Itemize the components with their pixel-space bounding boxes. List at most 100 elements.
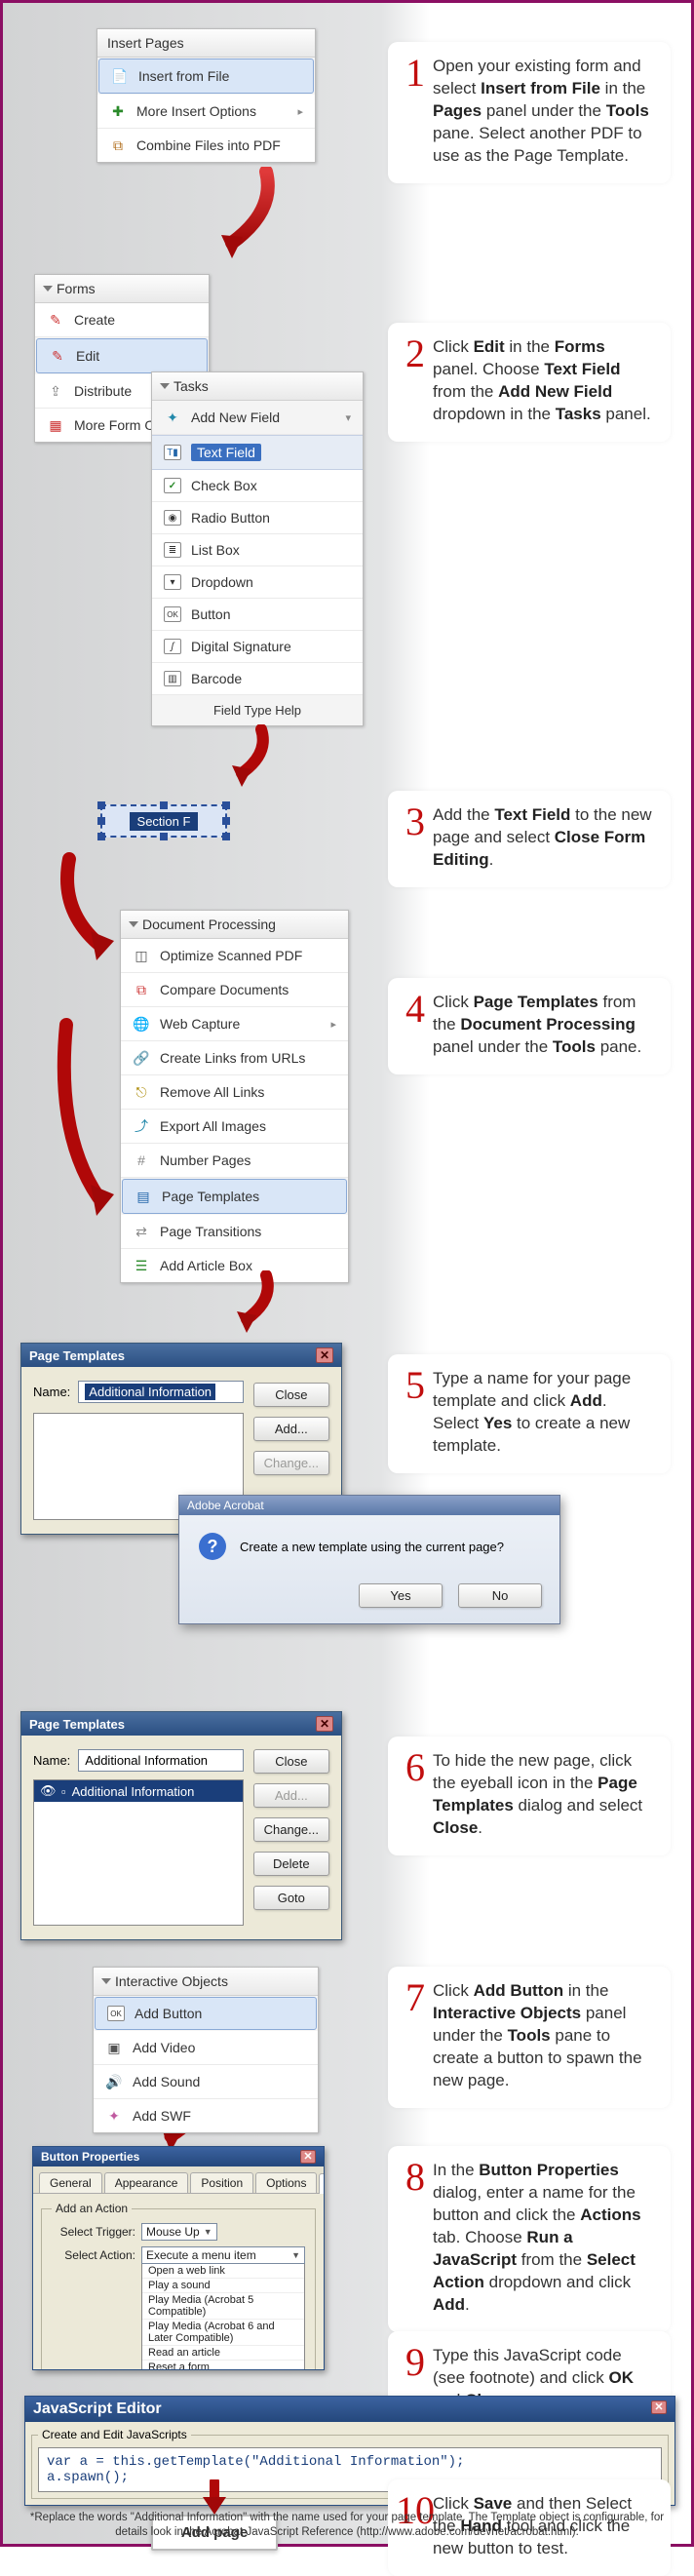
- more-insert-options-row[interactable]: ✚ More Insert Options ▸: [97, 95, 315, 129]
- close-icon[interactable]: ✕: [316, 1716, 333, 1732]
- dp-row[interactable]: ⤴Export All Images: [121, 1110, 348, 1144]
- row-label: Add Button: [135, 2006, 202, 2021]
- dp-row[interactable]: ◫Optimize Scanned PDF: [121, 939, 348, 973]
- close-icon[interactable]: ✕: [651, 2400, 667, 2414]
- name-field[interactable]: Additional Information: [78, 1749, 243, 1772]
- field-type-radio[interactable]: ◉Radio Button: [152, 502, 363, 534]
- checkbox-icon: ✓: [164, 478, 181, 493]
- arrow-icon: [208, 167, 286, 274]
- dp-page-templates-row[interactable]: ▤Page Templates: [122, 1179, 347, 1214]
- dialog-title: Button Properties: [41, 2150, 139, 2164]
- action-option[interactable]: Open a web link: [142, 2264, 304, 2279]
- text-field-widget[interactable]: Section F: [100, 804, 227, 838]
- tab-appearance[interactable]: Appearance: [104, 2172, 189, 2193]
- action-options-list[interactable]: Open a web link Play a sound Play Media …: [141, 2263, 305, 2370]
- change-button[interactable]: Change...: [253, 1451, 329, 1475]
- row-label: Optimize Scanned PDF: [160, 948, 302, 963]
- fieldset-legend: Create and Edit JavaScripts: [38, 2428, 191, 2441]
- action-label: Select Action:: [52, 2246, 135, 2262]
- fieldset-legend: Add an Action: [52, 2202, 132, 2215]
- page-icon: ▫: [61, 1784, 66, 1799]
- row-label: Remove All Links: [160, 1084, 264, 1100]
- action-option[interactable]: Reset a form: [142, 2361, 304, 2370]
- close-button[interactable]: Close: [253, 1749, 329, 1774]
- panel-header: Interactive Objects: [94, 1968, 318, 1996]
- dp-row[interactable]: ⧉Compare Documents: [121, 973, 348, 1007]
- field-type-listbox[interactable]: ≣List Box: [152, 534, 363, 566]
- field-type-checkbox[interactable]: ✓Check Box: [152, 470, 363, 502]
- arrow-icon: [227, 1270, 286, 1339]
- insert-from-file-row[interactable]: 📄 Insert from File: [98, 59, 314, 94]
- dp-row[interactable]: ⎋Remove All Links: [121, 1075, 348, 1110]
- field-type-sig[interactable]: ʃDigital Signature: [152, 631, 363, 663]
- add-video-row[interactable]: ▣Add Video: [94, 2031, 318, 2065]
- goto-button[interactable]: Goto: [253, 1886, 329, 1910]
- yes-button[interactable]: Yes: [359, 1583, 443, 1608]
- step-number: 1: [396, 56, 425, 168]
- close-icon[interactable]: ✕: [316, 1347, 333, 1363]
- template-list[interactable]: 👁 ▫ Additional Information: [33, 1779, 244, 1926]
- eye-icon[interactable]: 👁: [40, 1783, 56, 1799]
- add-new-field-row[interactable]: ✦ Add New Field ▾: [152, 401, 363, 435]
- tab-position[interactable]: Position: [190, 2172, 253, 2193]
- row-label: Insert from File: [138, 68, 229, 84]
- action-option[interactable]: Play Media (Acrobat 5 Compatible): [142, 2293, 304, 2320]
- field-type-help[interactable]: Field Type Help: [152, 695, 363, 725]
- row-label: Export All Images: [160, 1118, 266, 1134]
- add-button[interactable]: Add...: [253, 1417, 329, 1441]
- row-label: Add New Field: [191, 410, 280, 425]
- dialog-title: Page Templates: [29, 1717, 125, 1732]
- row-label: Create: [74, 312, 115, 328]
- action-option[interactable]: Play Media (Acrobat 6 and Later Compatib…: [142, 2320, 304, 2346]
- name-field[interactable]: Additional Information: [78, 1381, 243, 1403]
- close-button[interactable]: Close: [253, 1383, 329, 1407]
- change-button[interactable]: Change...: [253, 1817, 329, 1842]
- triangle-down-icon: [129, 921, 138, 927]
- dialog-title: Page Templates: [29, 1348, 125, 1363]
- dp-row[interactable]: ⇄Page Transitions: [121, 1215, 348, 1249]
- add-button[interactable]: Add...: [253, 1783, 329, 1808]
- forms-edit-row[interactable]: ✎Edit: [36, 338, 208, 373]
- step-number: 2: [396, 336, 425, 426]
- dialog-title: JavaScript Editor: [33, 2400, 162, 2418]
- panel-header: Tasks: [152, 372, 363, 401]
- tab-actions[interactable]: Actions: [319, 2173, 325, 2194]
- trigger-dropdown[interactable]: Mouse Up▼: [141, 2223, 217, 2241]
- dp-row[interactable]: 🌐Web Capture▸: [121, 1007, 348, 1041]
- combine-files-row[interactable]: ⧉ Combine Files into PDF: [97, 129, 315, 162]
- tab-general[interactable]: General: [39, 2172, 102, 2193]
- link-icon: 🔗: [133, 1049, 150, 1067]
- confirm-message: Create a new template using the current …: [240, 1540, 504, 1554]
- action-dropdown[interactable]: Execute a menu item▼: [141, 2246, 305, 2264]
- field-type-barcode[interactable]: ▥Barcode: [152, 663, 363, 695]
- edit-icon: ✎: [49, 347, 66, 365]
- arrow-icon: [52, 1017, 120, 1222]
- delete-button[interactable]: Delete: [253, 1852, 329, 1876]
- field-type-text[interactable]: T▮Text Field: [152, 435, 363, 470]
- step-number: 5: [396, 1368, 425, 1458]
- row-label: More Insert Options: [136, 103, 256, 119]
- dp-row[interactable]: #Number Pages: [121, 1144, 348, 1178]
- no-button[interactable]: No: [458, 1583, 542, 1608]
- row-label: Number Pages: [160, 1152, 251, 1168]
- action-option[interactable]: Play a sound: [142, 2279, 304, 2293]
- field-type-dropdown[interactable]: ▾Dropdown: [152, 566, 363, 599]
- forms-create-row[interactable]: ✎Create: [35, 303, 209, 337]
- action-option[interactable]: Read an article: [142, 2346, 304, 2361]
- more-icon: ▦: [47, 416, 64, 434]
- field-type-button[interactable]: OKButton: [152, 599, 363, 631]
- row-label: Add Sound: [133, 2074, 200, 2089]
- step-text: In the Button Properties dialog, enter a…: [433, 2160, 653, 2317]
- add-button-row[interactable]: OKAdd Button: [95, 1997, 317, 2030]
- article-icon: ☰: [133, 1257, 150, 1274]
- page-plus-icon: 📄: [111, 67, 129, 85]
- transitions-icon: ⇄: [133, 1223, 150, 1240]
- tab-options[interactable]: Options: [255, 2172, 317, 2193]
- insert-pages-panel: Insert Pages 📄 Insert from File ✚ More I…: [96, 28, 316, 163]
- step-text: Click Add Button in the Interactive Obje…: [433, 1980, 653, 2092]
- dp-row[interactable]: 🔗Create Links from URLs: [121, 1041, 348, 1075]
- add-sound-row[interactable]: 🔊Add Sound: [94, 2065, 318, 2099]
- close-icon[interactable]: ✕: [300, 2150, 316, 2164]
- add-swf-row[interactable]: ✦Add SWF: [94, 2099, 318, 2132]
- step-text: To hide the new page, click the eyeball …: [433, 1750, 653, 1840]
